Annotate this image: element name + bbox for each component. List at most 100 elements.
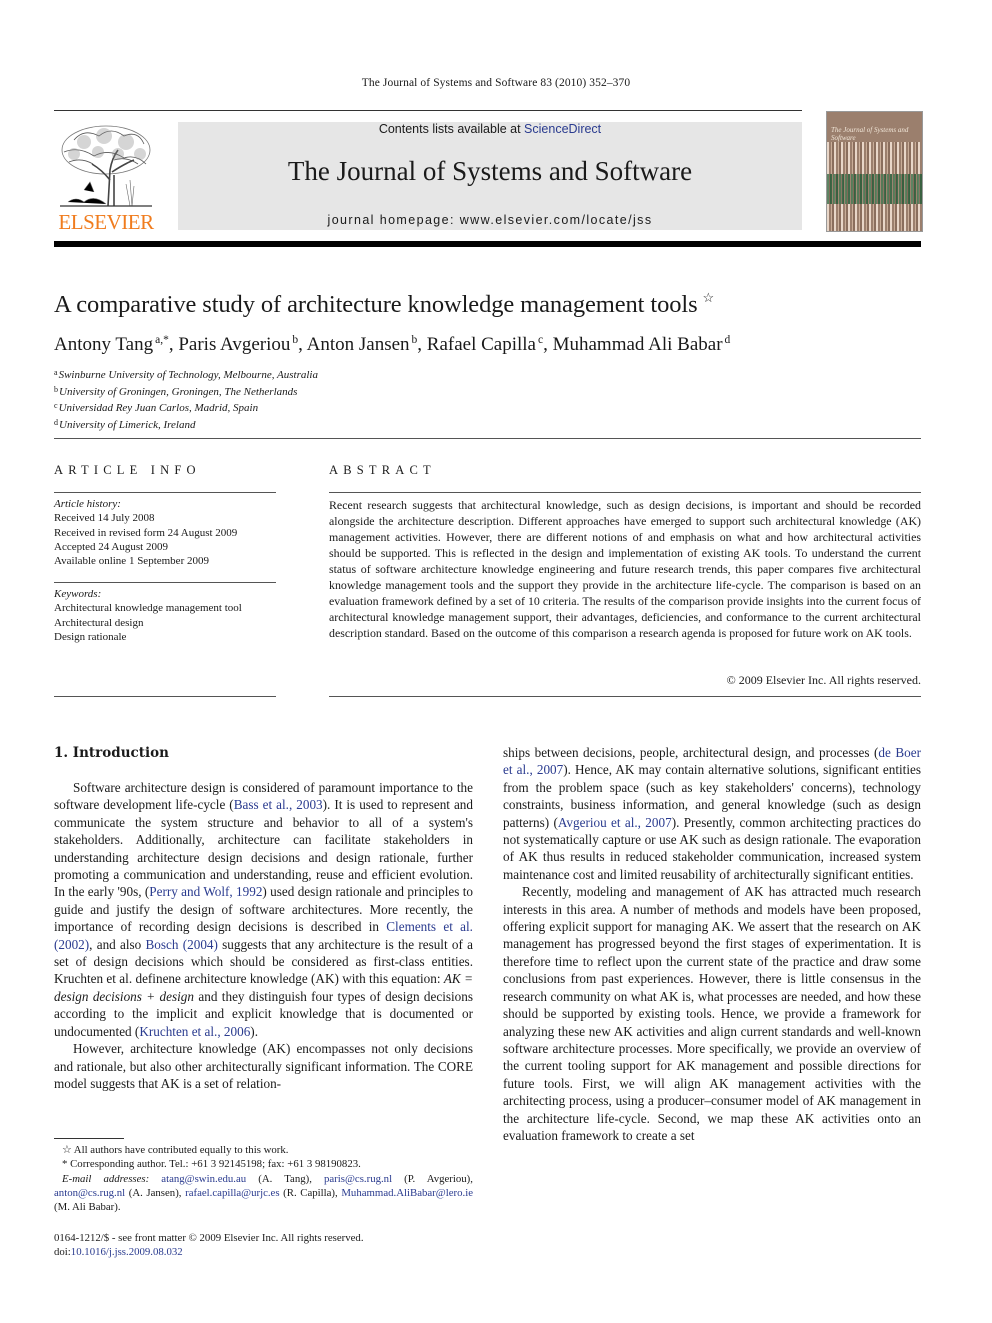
email-owner: (A. Tang),: [246, 1172, 324, 1185]
author-affiliation-marker[interactable]: b: [412, 334, 418, 346]
history-accepted: Accepted 24 August 2009: [54, 540, 168, 553]
cover-band: [827, 174, 922, 204]
email-owner: (P. Avgeriou),: [392, 1172, 473, 1185]
keyword: Design rationale: [54, 630, 127, 643]
text-run: ).: [250, 1023, 258, 1039]
body-column-left: Software architecture design is consider…: [54, 779, 473, 1128]
contents-prefix: Contents lists available at: [378, 122, 525, 136]
doi-line: doi:10.1016/j.jss.2009.08.032: [54, 1245, 364, 1259]
author-name: Antony Tang: [54, 334, 154, 355]
abstract-heading: ABSTRACT: [329, 463, 436, 477]
email-link[interactable]: Muhammad.AliBabar@lero.ie: [341, 1187, 473, 1199]
issn-block: 0164-1212/$ - see front matter © 2009 El…: [54, 1231, 364, 1260]
paper-title: A comparative study of architecture know…: [54, 290, 714, 319]
body-column-right: ships between decisions, people, archite…: [503, 744, 921, 1222]
footnote-corresponding: * Corresponding author. Tel.: +61 3 9214…: [54, 1157, 473, 1171]
citation-link[interactable]: Kruchten et al., 2006: [139, 1024, 250, 1039]
history-received: Received 14 July 2008: [54, 512, 155, 525]
intro-paragraph-1: Software architecture design is consider…: [54, 779, 473, 1040]
abstract-text: Recent research suggests that architectu…: [329, 498, 921, 640]
author-affiliation-marker[interactable]: a,*: [155, 334, 169, 346]
email-link[interactable]: paris@cs.rug.nl: [324, 1173, 392, 1185]
journal-cover-image: The Journal of Systems and Software: [826, 111, 923, 232]
divider: [54, 696, 276, 697]
author-name: Anton Jansen: [306, 334, 410, 355]
divider: [54, 582, 276, 583]
doi-link[interactable]: 10.1016/j.jss.2009.08.032: [71, 1246, 183, 1258]
email-link[interactable]: anton@cs.rug.nl: [54, 1187, 125, 1199]
text-run: , and also: [89, 936, 146, 952]
divider: [329, 696, 921, 697]
journal-title: The Journal of Systems and Software: [287, 156, 693, 186]
author-list: Antony Tang a,*, Paris Avgeriou b, Anton J…: [54, 334, 731, 355]
issn-line: 0164-1212/$ - see front matter © 2009 El…: [54, 1232, 364, 1244]
citation-link[interactable]: Perry and Wolf, 1992: [149, 884, 262, 899]
header-rule: [54, 110, 802, 111]
footnote-emails: E-mail addresses: atang@swin.edu.au (A. …: [54, 1172, 473, 1215]
text-run: ships between decisions, people, archite…: [503, 745, 879, 760]
affiliation-text: Swinburne University of Technology, Melb…: [58, 369, 318, 381]
citation-link[interactable]: Bass et al., 2003: [234, 797, 323, 812]
star-icon: ☆: [62, 1144, 74, 1156]
affiliation-key: b: [54, 384, 58, 394]
email-link[interactable]: rafael.capilla@urjc.es: [185, 1187, 279, 1199]
asterisk-icon: *: [62, 1158, 71, 1171]
star-note-text: All authors have contributed equally to …: [73, 1144, 289, 1156]
history-online: Available online 1 September 2009: [54, 555, 209, 568]
affiliation: aSwinburne University of Technology, Mel…: [54, 366, 318, 383]
email-owner: (R. Capilla),: [279, 1186, 342, 1199]
author-affiliation-marker[interactable]: b: [292, 334, 298, 346]
cover-title: The Journal of Systems and Software: [831, 126, 909, 142]
intro-paragraph-2-start: However, architecture knowledge (AK) enc…: [54, 1040, 473, 1092]
footnote-star: ☆ All authors have contributed equally t…: [54, 1143, 473, 1157]
affiliation-text: University of Groningen, Groningen, The …: [59, 385, 298, 398]
affiliation-text: University of Limerick, Ireland: [59, 418, 196, 431]
text-run: However, architecture knowledge (AK) enc…: [54, 1041, 473, 1091]
keywords-label: Keywords:: [54, 588, 102, 600]
intro-paragraph-3: Recently, modeling and management of AK …: [503, 883, 921, 1144]
elsevier-wordmark: ELSEVIER: [58, 210, 154, 234]
affiliation-key: a: [54, 368, 58, 377]
citation-link[interactable]: Bosch (2004): [146, 937, 218, 952]
affiliation-key: c: [54, 401, 58, 410]
article-history-label: Article history:: [54, 498, 121, 510]
footnote-rule: [54, 1138, 124, 1139]
article-info-heading: ARTICLE INFO: [54, 463, 201, 477]
citation-link[interactable]: Avgeriou et al., 2007: [558, 815, 672, 830]
paper-title-text: A comparative study of architecture know…: [54, 291, 698, 318]
affiliation-text: Universidad Rey Juan Carlos, Madrid, Spa…: [58, 402, 259, 414]
journal-masthead: Contents lists available at ScienceDirec…: [178, 122, 802, 230]
contents-line: Contents lists available at ScienceDirec…: [178, 122, 802, 136]
divider: [329, 492, 921, 493]
author-name: Rafael Capilla: [426, 334, 536, 355]
author-name: Paris Avgeriou: [178, 334, 291, 355]
corresponding-text: Corresponding author. Tel.: +61 3 921451…: [70, 1158, 361, 1171]
author-affiliation-marker[interactable]: d: [725, 334, 731, 346]
affiliation: cUniversidad Rey Juan Carlos, Madrid, Sp…: [54, 399, 318, 416]
history-revised: Received in revised form 24 August 2009: [54, 526, 238, 539]
title-footnote-star-icon[interactable]: ☆: [703, 290, 715, 305]
email-owner: (M. Ali Babar).: [54, 1201, 121, 1214]
running-head: The Journal of Systems and Software 83 (…: [361, 77, 631, 89]
text-run: Recently, modeling and management of AK …: [503, 884, 921, 1143]
email-owner: (A. Jansen),: [125, 1186, 186, 1199]
footnotes: ☆ All authors have contributed equally t…: [54, 1143, 473, 1214]
divider: [54, 438, 921, 439]
keyword: Architectural design: [54, 616, 144, 629]
affiliation: bUniversity of Groningen, Groningen, The…: [54, 383, 318, 400]
keywords: Keywords: Architectural knowledge manage…: [54, 587, 242, 644]
doi-label: doi:: [54, 1246, 71, 1259]
keyword: Architectural knowledge management tool: [54, 602, 242, 615]
sciencedirect-link[interactable]: ScienceDirect: [524, 122, 601, 136]
journal-homepage-link[interactable]: journal homepage: www.elsevier.com/locat…: [178, 213, 802, 227]
intro-paragraph-2-cont: ships between decisions, people, archite…: [503, 744, 921, 883]
section-heading-introduction: 1. Introduction: [54, 745, 169, 761]
affiliation-key: d: [54, 417, 58, 427]
author-affiliation-marker[interactable]: c: [538, 334, 543, 346]
affiliations: aSwinburne University of Technology, Mel…: [54, 366, 318, 432]
article-history: Article history: Received 14 July 2008 R…: [54, 497, 237, 568]
author-name: Muhammad Ali Babar: [552, 334, 723, 355]
divider: [54, 492, 276, 493]
email-link[interactable]: atang@swin.edu.au: [161, 1173, 246, 1185]
abstract-copyright: © 2009 Elsevier Inc. All rights reserved…: [726, 673, 921, 687]
